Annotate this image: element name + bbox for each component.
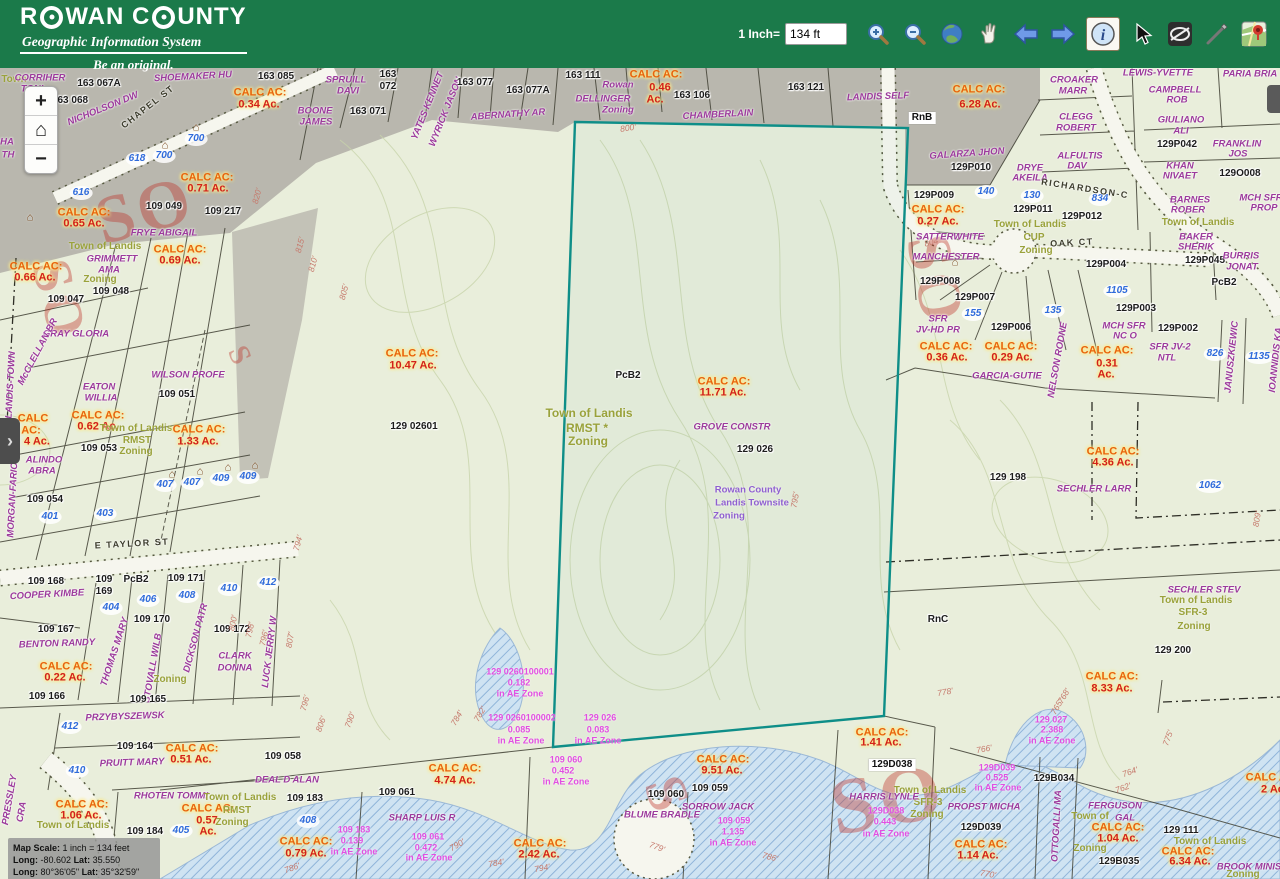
- logo-subtitle: Geographic Information System: [20, 31, 247, 54]
- selected-parcel-outline: [553, 122, 908, 747]
- measure-tool[interactable]: [1203, 20, 1231, 48]
- zoom-in-button[interactable]: +: [25, 87, 57, 116]
- map-scale-overlay: Map Scale: 1 inch = 134 feet Long: -80.6…: [8, 838, 160, 879]
- scale-input[interactable]: [785, 23, 847, 45]
- compass-o-icon: [152, 6, 175, 29]
- toolbar: 1 Inch= i: [738, 14, 1268, 54]
- dms-coords-line: Long: 80°36'05" Lat: 35°32'59": [13, 866, 155, 878]
- logo-tagline: Be an original.: [20, 57, 247, 73]
- decimal-coords-line: Long: -80.602 Lat: 35.550: [13, 854, 155, 866]
- map-canvas[interactable]: SOSOSSOSOS TownCORRIHERTONIHATH163 067A1…: [0, 0, 1280, 879]
- map-graphics: [0, 0, 1280, 879]
- home-button[interactable]: ⌂: [25, 116, 57, 145]
- clear-graphics-tool[interactable]: [1166, 20, 1194, 48]
- full-extent-globe-tool[interactable]: [938, 20, 966, 48]
- logo-title: RWAN CUNTY: [20, 5, 247, 29]
- identify-info-tool[interactable]: i: [1086, 17, 1120, 51]
- previous-extent-arrow[interactable]: [1012, 20, 1040, 48]
- map-scale-line: Map Scale: 1 inch = 134 feet: [13, 842, 155, 854]
- scale-label: 1 Inch=: [738, 27, 780, 41]
- header-bar: RWAN CUNTY Geographic Information System…: [0, 0, 1280, 68]
- rowan-county-logo: RWAN CUNTY Geographic Information System…: [20, 5, 247, 73]
- right-panel-tab[interactable]: [1267, 85, 1280, 113]
- gis-application: SOSOSSOSOS TownCORRIHERTONIHATH163 067A1…: [0, 0, 1280, 879]
- pan-hand-tool[interactable]: [975, 20, 1003, 48]
- next-extent-arrow[interactable]: [1049, 20, 1077, 48]
- svg-text:i: i: [1101, 27, 1106, 44]
- google-map-tool[interactable]: [1240, 20, 1268, 48]
- expand-panel-tab[interactable]: ›: [0, 418, 20, 464]
- zoom-out-tool[interactable]: [901, 20, 929, 48]
- select-pointer-tool[interactable]: [1129, 20, 1157, 48]
- zoom-out-button[interactable]: −: [25, 145, 57, 173]
- zoom-in-tool[interactable]: [864, 20, 892, 48]
- map-zoom-control: + ⌂ −: [24, 86, 58, 174]
- pin-o-icon: [40, 6, 63, 29]
